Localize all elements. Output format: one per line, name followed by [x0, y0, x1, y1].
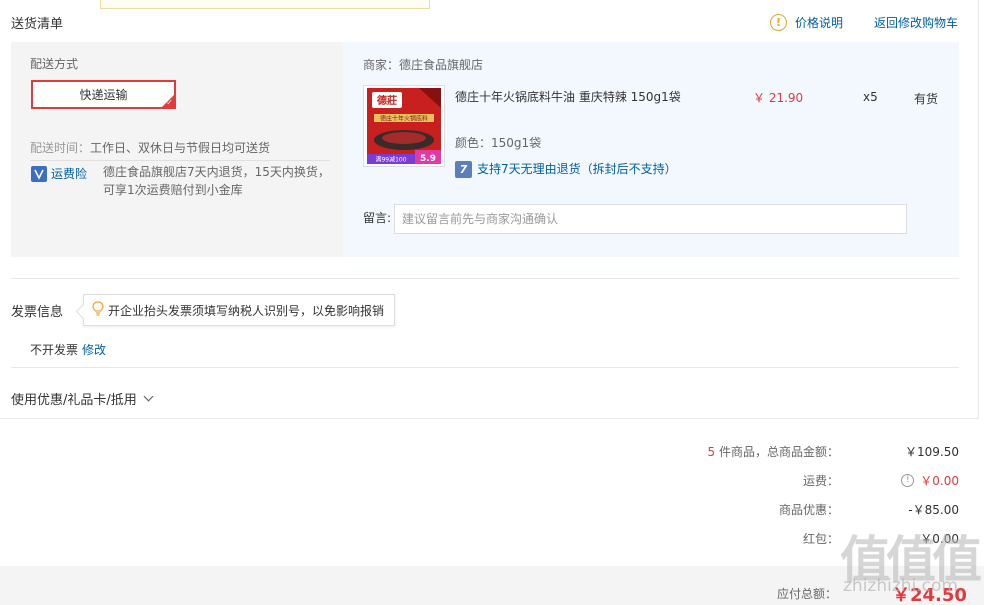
- invoice-title: 发票信息: [11, 305, 64, 320]
- image-caption-text: 德庄十年火锅底料: [380, 115, 428, 123]
- content-bottom-border: [0, 418, 979, 419]
- invoice-edit-link[interactable]: 修改: [82, 341, 106, 358]
- redpacket-label: 红包：: [802, 532, 839, 546]
- section-divider: [11, 278, 959, 279]
- product-color: 颜色：150g1袋: [455, 136, 542, 150]
- product-name-link[interactable]: 德庄十年火锅底料牛油 重庆特辣 150g1袋: [455, 88, 681, 105]
- coupon-toggle[interactable]: 使用优惠/礼品卡/抵用: [11, 389, 154, 408]
- express-shipping-option[interactable]: 快递运输 ✓: [31, 80, 176, 109]
- image-promo-text: 满99减100: [375, 156, 406, 164]
- invoice-tooltip: 开企业抬头发票须填写纳税人识别号，以免影响报销: [83, 294, 395, 326]
- lightbulb-icon: [92, 300, 104, 320]
- invoice-status: 不开发票: [30, 343, 79, 357]
- check-icon: ✓: [166, 98, 173, 107]
- seven-day-return-icon: 7: [455, 161, 472, 178]
- product-price: ￥ 21.90: [753, 91, 804, 105]
- summary-goods-row: 5 件商品，总商品金额： ￥109.50: [600, 443, 959, 460]
- shipping-time-prefix: 配送时间：: [30, 141, 91, 155]
- freight-value: ￥0.00: [920, 474, 959, 488]
- top-popup-remnant: [100, 0, 430, 9]
- coupon-label: 使用优惠/礼品卡/抵用: [11, 393, 137, 408]
- shipping-time-value: 工作日、双休日与节假日均可送货: [90, 141, 271, 155]
- section-divider: [11, 367, 959, 368]
- item-count: 5: [707, 445, 716, 459]
- insurance-description: 德庄食品旗舰店7天内退货，15天内换货，可享1次运费赔付到小金库: [103, 165, 330, 197]
- product-stock-status: 有货: [914, 92, 939, 106]
- back-to-cart-link[interactable]: 返回修改购物车: [874, 14, 958, 31]
- shipping-divider: [30, 160, 330, 161]
- goods-total: ￥109.50: [905, 445, 959, 459]
- merchant-name: 商家：德庄食品旗舰店: [363, 58, 484, 72]
- shipping-time: 配送时间：工作日、双休日与节假日均可送货: [30, 139, 270, 156]
- warning-icon: !: [770, 14, 787, 31]
- summary-goods-label: 5 件商品，总商品金额：: [708, 443, 839, 460]
- chevron-down-icon: [143, 391, 154, 402]
- item-count-label: 件商品，总商品金额：: [718, 445, 839, 459]
- freight-label: 运费：: [802, 474, 839, 488]
- discount-label: 商品优惠：: [778, 503, 839, 517]
- watermark-url: zhizhizhi.com: [843, 576, 958, 596]
- price-note-label: 价格说明: [795, 16, 844, 30]
- shipping-method-label: 配送方式: [30, 57, 79, 71]
- image-price-text: 5.9: [420, 154, 436, 164]
- summary-discount-row: 商品优惠： -￥85.00: [600, 501, 959, 518]
- summary-freight-row: 运费： ! ￥0.00: [600, 472, 959, 489]
- message-label: 留言:: [363, 211, 392, 225]
- content-right-border: [978, 0, 979, 418]
- shield-icon: [31, 166, 47, 182]
- price-note-link[interactable]: ! 价格说明: [770, 14, 843, 31]
- product-quantity: x5: [863, 90, 878, 104]
- payable-label: 应付总额：: [777, 587, 838, 601]
- discount-value: -￥85.00: [908, 503, 959, 517]
- invoice-tip-text: 开企业抬头发票须填写纳税人识别号，以免影响报销: [108, 303, 385, 318]
- express-shipping-label: 快递运输: [79, 88, 128, 102]
- product-image-art: 德莊 德庄十年火锅底料 满99减100 5.9: [364, 86, 444, 166]
- message-input[interactable]: [394, 204, 907, 234]
- return-policy-link[interactable]: 支持7天无理由退货（拆封后不支持）: [477, 160, 677, 177]
- image-brand-text: 德莊: [376, 94, 397, 107]
- info-icon[interactable]: !: [901, 474, 915, 487]
- product-image[interactable]: 德莊 德庄十年火锅底料 满99减100 5.9: [363, 85, 445, 167]
- freight-value-wrap: ! ￥0.00: [839, 472, 959, 489]
- section-title: 送货清单: [11, 17, 64, 32]
- insurance-link[interactable]: 运费险: [51, 165, 87, 182]
